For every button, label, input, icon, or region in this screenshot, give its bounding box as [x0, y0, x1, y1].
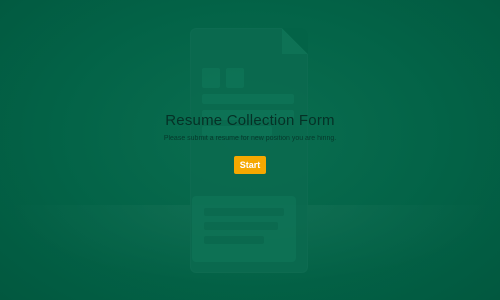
- document-illustration-block: [226, 68, 244, 88]
- document-fold-corner: [282, 28, 308, 54]
- sheet-illustration-line: [204, 222, 278, 230]
- document-illustration-line: [202, 94, 294, 104]
- welcome-content: Resume Collection Form Please submit a r…: [0, 112, 500, 174]
- form-description: Please submit a resume for new position …: [163, 135, 337, 142]
- document-illustration-block: [202, 68, 220, 88]
- sheet-illustration-line: [204, 208, 284, 216]
- start-button[interactable]: Start: [233, 156, 267, 174]
- form-welcome-screen: Resume Collection Form Please submit a r…: [0, 0, 500, 300]
- form-title: Resume Collection Form: [165, 112, 335, 129]
- sheet-illustration-line: [204, 236, 264, 244]
- sheet-illustration-icon: [192, 196, 296, 262]
